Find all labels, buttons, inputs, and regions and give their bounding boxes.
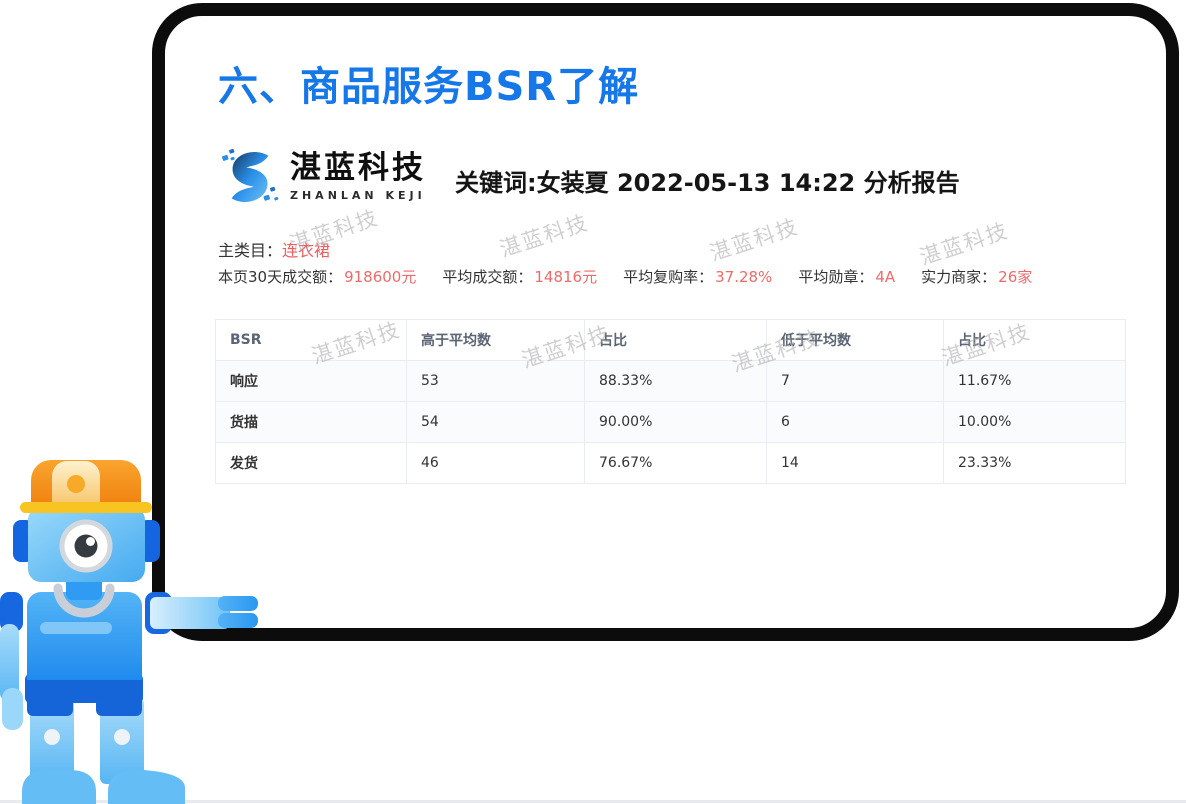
robot-shorts: [25, 674, 143, 716]
report-slide: 六、商品服务BSR了解 湛蓝科技 ZHANLAN KEJI: [0, 0, 1186, 804]
stat-strong-sellers: 实力商家：26家: [921, 266, 1032, 287]
report-title: 关键词:女装夏 2022-05-13 14:22 分析报告: [455, 163, 960, 198]
table-cell: 14: [767, 443, 944, 484]
stats-row: 本页30天成交额：918600元 平均成交额：14816元 平均复购率：37.2…: [218, 266, 1032, 287]
table-row: 发货 46 76.67% 14 23.33%: [216, 443, 1126, 484]
table-cell: 23.33%: [944, 443, 1126, 484]
table-row: 货描 54 90.00% 6 10.00%: [216, 402, 1126, 443]
watermark-text: 湛蓝科技: [916, 215, 1013, 272]
robot-eye-icon: [62, 522, 110, 570]
brand-name: 湛蓝科技: [290, 152, 426, 185]
robot-pointing-arm: [145, 592, 258, 634]
table-cell: 76.67%: [585, 443, 767, 484]
table-cell: 7: [767, 361, 944, 402]
watermark-text: 湛蓝科技: [496, 207, 593, 264]
category-label: 主类目：: [218, 241, 282, 260]
table-cell: 10.00%: [944, 402, 1126, 443]
robot-mascot: [0, 440, 262, 804]
watermark-text: 湛蓝科技: [706, 211, 803, 268]
table-cell: 53: [407, 361, 585, 402]
brand-logo: 湛蓝科技 ZHANLAN KEJI: [219, 146, 426, 208]
section-title: 六、商品服务BSR了解: [218, 54, 639, 112]
stat-repurchase-rate: 平均复购率：37.28%: [623, 266, 772, 287]
watermark-text: 湛蓝科技: [286, 202, 383, 259]
robot-torso: [27, 592, 142, 680]
stat-gmv-30d: 本页30天成交额：918600元: [218, 266, 416, 287]
table-cell: 货描: [216, 402, 407, 443]
table-cell: 11.67%: [944, 361, 1126, 402]
table-cell: 90.00%: [585, 402, 767, 443]
stat-avg-gmv: 平均成交额：14816元: [442, 266, 597, 287]
brand-subtitle: ZHANLAN KEJI: [290, 189, 426, 202]
brand-logo-icon: [219, 146, 281, 208]
table-cell: 54: [407, 402, 585, 443]
robot-left-arm: [0, 592, 23, 730]
table-cell: 6: [767, 402, 944, 443]
table-cell: 46: [407, 443, 585, 484]
table-row: 响应 53 88.33% 7 11.67%: [216, 361, 1126, 402]
stat-avg-medal: 平均勋章：4A: [798, 266, 895, 287]
robot-hard-hat: [20, 460, 152, 513]
table-cell: 响应: [216, 361, 407, 402]
